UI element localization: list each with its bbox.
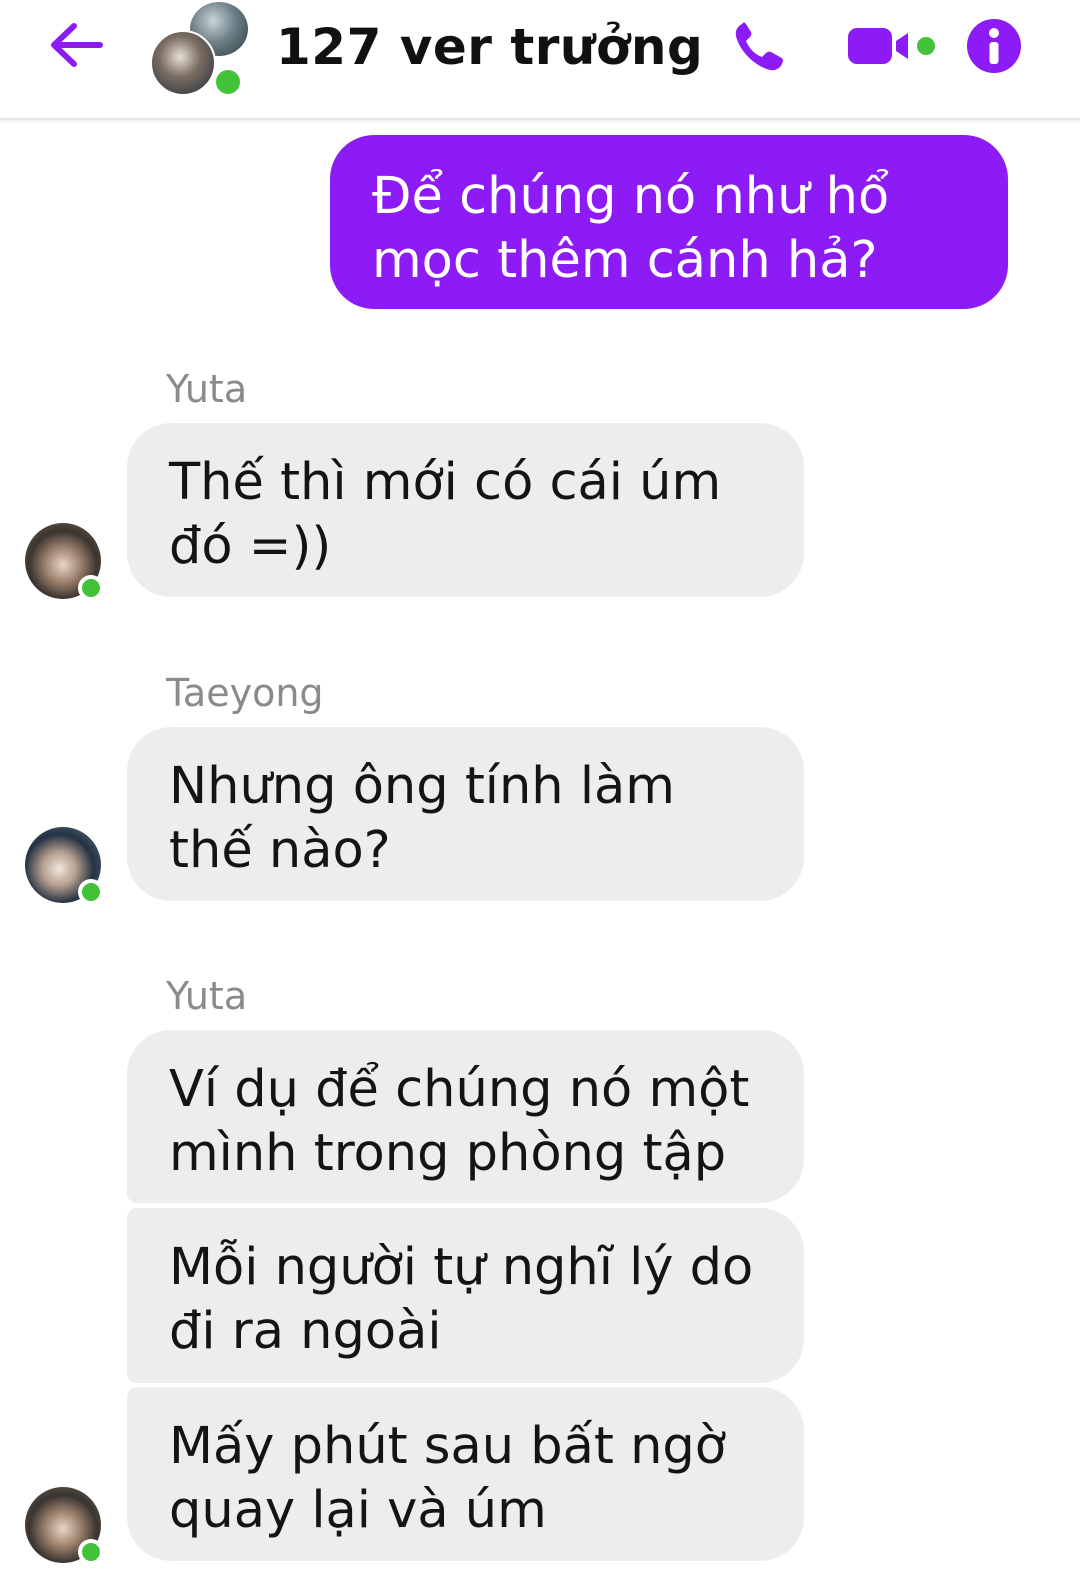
chat-header: 127 ver trưởng — [0, 0, 1080, 120]
message-bubble-incoming[interactable]: Mấy phút sau bất ngờ quay lại và úm — [127, 1387, 804, 1561]
message-bubble-incoming[interactable]: Mỗi người tự nghĩ lý do đi ra ngoài — [127, 1208, 804, 1383]
online-status-dot — [78, 575, 104, 601]
chat-title[interactable]: 127 ver trưởng — [276, 18, 703, 76]
sender-avatar[interactable] — [25, 827, 104, 905]
member-photo — [150, 30, 216, 96]
message-bubble-outgoing[interactable]: Để chúng nó như hổ mọc thêm cánh hả? — [330, 135, 1008, 309]
message-bubble-incoming[interactable]: Thế thì mới có cái úm đó =)) — [127, 423, 804, 597]
sender-avatar[interactable] — [25, 1487, 104, 1565]
sender-name: Yuta — [166, 367, 248, 411]
info-button[interactable] — [966, 18, 1022, 74]
sender-name: Yuta — [166, 974, 248, 1018]
message-bubble-incoming[interactable]: Ví dụ để chúng nó một mình trong phòng t… — [127, 1030, 804, 1203]
video-camera-icon — [848, 28, 935, 64]
sender-avatar[interactable] — [25, 523, 104, 601]
online-status-dot — [212, 66, 244, 98]
call-button[interactable] — [732, 20, 788, 74]
message-bubble-incoming[interactable]: Nhưng ông tính làm thế nào? — [127, 727, 804, 901]
group-avatar[interactable] — [150, 0, 250, 100]
online-status-dot — [78, 1539, 104, 1565]
info-icon — [967, 19, 1021, 73]
video-call-button[interactable] — [846, 24, 940, 68]
back-arrow-icon — [51, 23, 103, 67]
sender-name: Taeyong — [166, 671, 324, 715]
phone-icon — [735, 22, 783, 71]
back-button[interactable] — [46, 20, 106, 70]
online-status-dot — [78, 879, 104, 905]
